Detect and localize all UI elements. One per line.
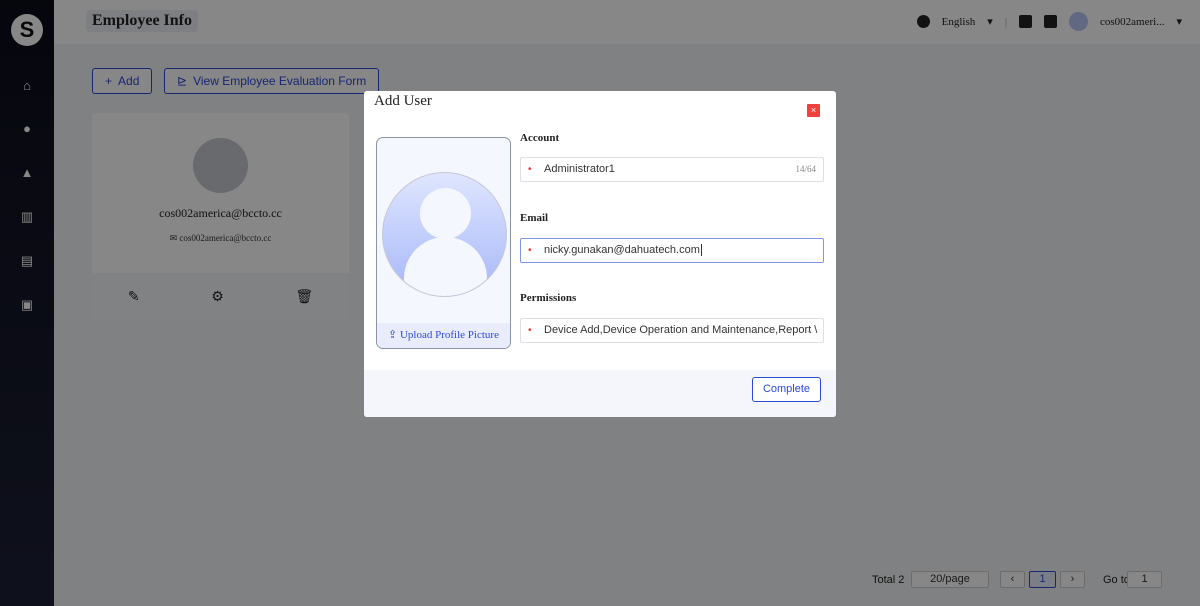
char-count: 14/64	[795, 164, 816, 174]
permissions-value: Device Add,Device Operation and Maintena…	[544, 324, 818, 336]
required-icon: •	[528, 245, 532, 256]
permissions-label: Permissions	[520, 292, 577, 304]
upload-profile-picture-button[interactable]: ⇪ Upload Profile Picture	[377, 323, 510, 348]
upload-label: Upload Profile Picture	[399, 329, 499, 341]
dialog-title: Add User	[374, 93, 432, 109]
account-label: Account	[520, 132, 560, 144]
required-icon: •	[528, 164, 532, 175]
upload-icon: ⇪	[388, 329, 398, 341]
add-user-dialog: Add User × ⇪ Upload Profile Picture Acco…	[364, 91, 836, 417]
account-value: Administrator1	[544, 163, 615, 175]
dialog-footer: Complete	[364, 370, 836, 417]
email-value: nicky.gunakan@dahuatech.com	[544, 244, 700, 256]
complete-button[interactable]: Complete	[752, 377, 821, 402]
text-cursor	[700, 244, 702, 256]
email-input[interactable]: • nicky.gunakan@dahuatech.com	[520, 238, 824, 263]
email-label: Email	[520, 212, 549, 224]
required-icon: •	[528, 325, 532, 336]
profile-picture-upload[interactable]: ⇪ Upload Profile Picture	[376, 137, 511, 349]
chevron-down-icon[interactable]: ⌄	[805, 319, 813, 342]
permissions-select[interactable]: • Device Add,Device Operation and Mainten…	[520, 318, 824, 343]
default-avatar-icon	[382, 172, 507, 297]
account-input[interactable]: • Administrator1 14/64	[520, 157, 824, 182]
close-button[interactable]: ×	[807, 104, 820, 117]
